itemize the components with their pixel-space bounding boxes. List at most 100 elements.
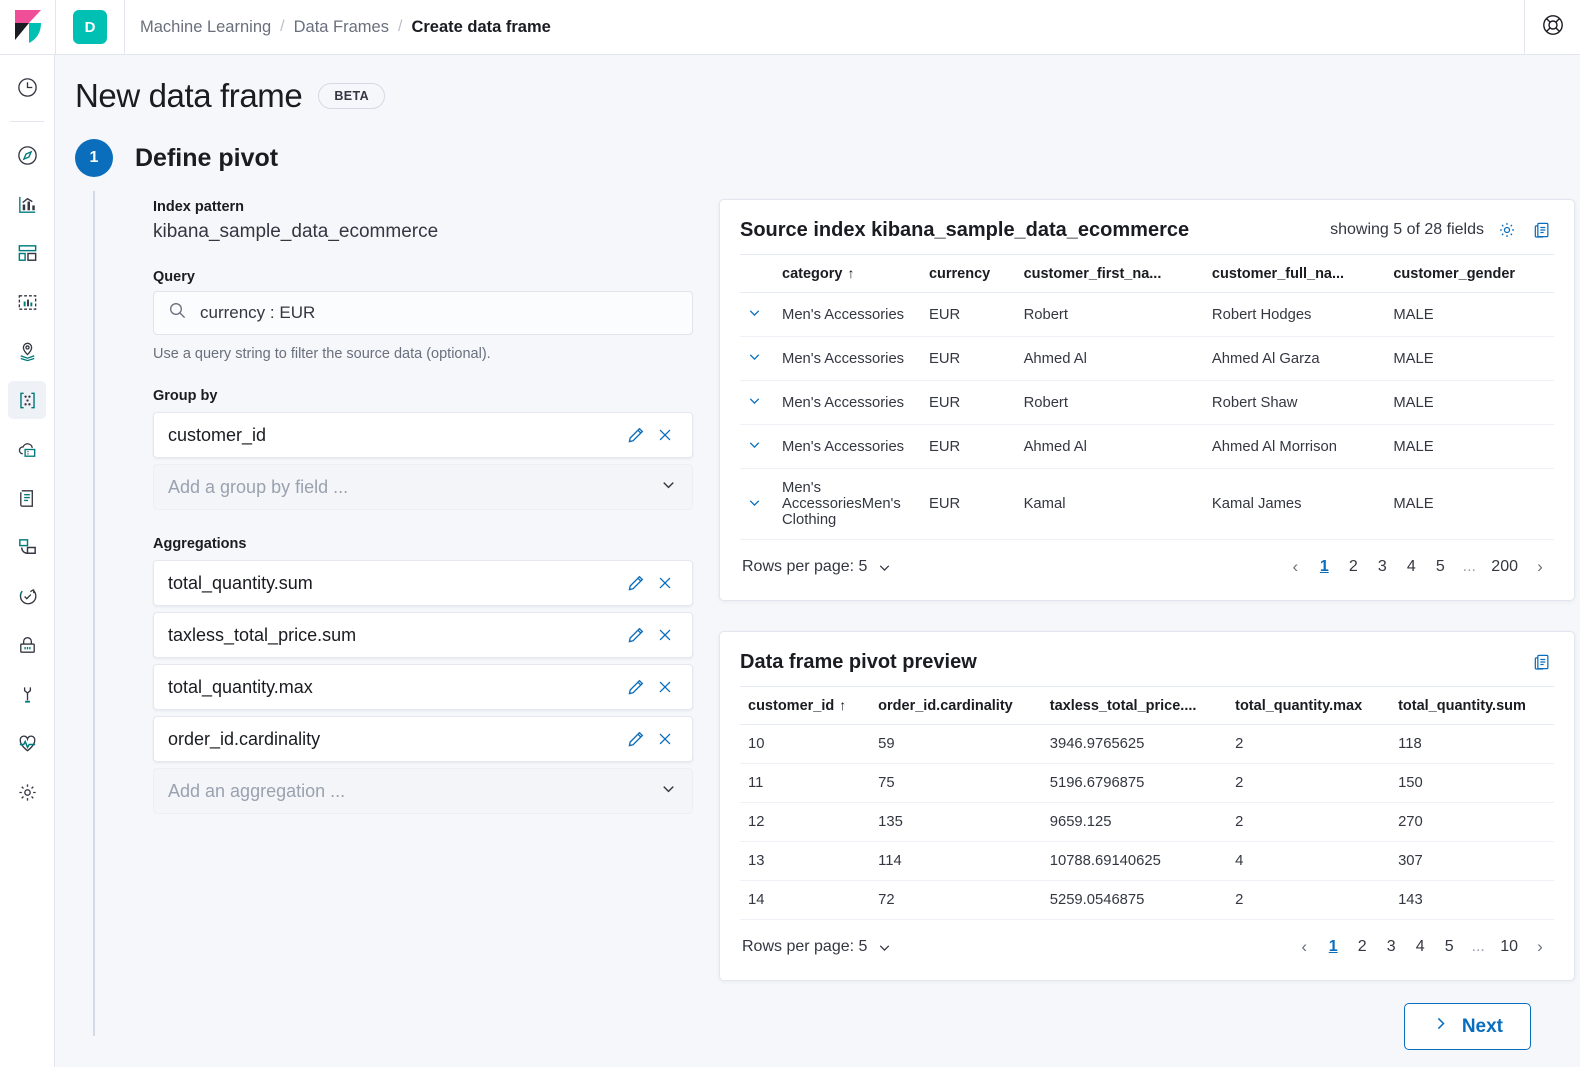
pivot-preview-table: customer_id ↑ order_id.cardinality taxles… — [740, 686, 1554, 920]
help-lifering-icon — [1542, 14, 1564, 41]
pager-page-last[interactable]: 10 — [1495, 934, 1523, 960]
breadcrumb-create-data-frame[interactable]: Create data frame — [411, 18, 550, 37]
expand-row-button[interactable] — [740, 424, 774, 469]
query-input[interactable]: currency : EUR — [153, 291, 693, 335]
close-x-icon — [659, 629, 671, 641]
pager-page-1[interactable]: 1 — [1312, 554, 1336, 580]
rows-per-page-select[interactable]: Rows per page: 5 — [742, 558, 893, 576]
column-header-category[interactable]: category ↑ — [774, 254, 921, 293]
source-index-copy-button[interactable] — [1530, 218, 1554, 242]
space-avatar[interactable]: D — [73, 10, 107, 44]
source-index-actions: showing 5 of 28 fields — [1330, 218, 1554, 242]
cell-taxless-total-price: 9659.125 — [1041, 802, 1228, 842]
help-button[interactable] — [1525, 0, 1580, 55]
pivot-preview-copy-button[interactable] — [1530, 650, 1554, 674]
cell-customer-id: 10 — [740, 724, 871, 764]
column-header-customer-first-name[interactable]: customer_first_na... — [1015, 254, 1204, 293]
visualize-chart-icon — [18, 196, 35, 213]
expand-row-button[interactable] — [740, 292, 774, 337]
expand-row-button[interactable] — [740, 380, 774, 425]
pager-page-3[interactable]: 3 — [1379, 934, 1403, 960]
cell-customer-full-name: Ahmed Al Morrison — [1203, 424, 1386, 469]
chevron-down-icon — [880, 564, 890, 571]
column-header-order-id-cardinality[interactable]: order_id.cardinality — [870, 686, 1042, 725]
sidebar-item-machine-learning[interactable] — [8, 381, 46, 419]
close-x-icon — [659, 577, 671, 589]
aggregation-item-taxless-total-price-sum[interactable]: taxless_total_price.sum — [153, 612, 693, 658]
sidebar-item-siem[interactable] — [8, 626, 46, 664]
aggregation-item-total-quantity-max[interactable]: total_quantity.max — [153, 664, 693, 710]
index-pattern-value: kibana_sample_data_ecommerce — [153, 221, 439, 242]
cell-category: Men's Accessories — [774, 292, 921, 337]
sidebar-item-maps[interactable] — [8, 332, 46, 370]
pager-page-2[interactable]: 2 — [1341, 554, 1365, 580]
column-header-total-quantity-sum[interactable]: total_quantity.sum — [1390, 686, 1554, 725]
page-title-row: New data frame BETA — [55, 55, 1580, 115]
group-by-item-customer-id[interactable]: customer_id — [153, 412, 693, 458]
aggregation-item-order-id-cardinality[interactable]: order_id.cardinality — [153, 716, 693, 762]
breadcrumb-data-frames[interactable]: Data Frames — [294, 18, 389, 37]
pager-page-2[interactable]: 2 — [1350, 934, 1374, 960]
remove-aggregation-button[interactable] — [650, 620, 680, 650]
sort-ascending-arrow: ↑ — [847, 265, 855, 281]
pivot-preview-table-body: 10 59 3946.9765625 2 118 11 75 5196.6796… — [740, 724, 1554, 920]
pager-prev-button[interactable]: ‹ — [1283, 554, 1307, 580]
column-header-customer-id[interactable]: customer_id ↑ — [740, 686, 871, 725]
cell-customer-id: 14 — [740, 880, 871, 920]
expand-column-header — [740, 254, 774, 293]
edit-aggregation-button[interactable] — [620, 568, 650, 598]
remove-aggregation-button[interactable] — [650, 672, 680, 702]
sidebar-item-dashboard[interactable] — [8, 234, 46, 272]
remove-aggregation-button[interactable] — [650, 724, 680, 754]
column-header-total-quantity-max[interactable]: total_quantity.max — [1227, 686, 1391, 725]
column-header-taxless-total-price[interactable]: taxless_total_price.... — [1041, 686, 1228, 725]
pager-page-5[interactable]: 5 — [1437, 934, 1461, 960]
edit-aggregation-button[interactable] — [620, 672, 650, 702]
pager-prev-button[interactable]: ‹ — [1292, 934, 1316, 960]
cell-taxless-total-price: 5196.6796875 — [1041, 763, 1228, 803]
edit-aggregation-button[interactable] — [620, 620, 650, 650]
cell-currency: EUR — [920, 468, 1016, 540]
rows-per-page-select[interactable]: Rows per page: 5 — [742, 938, 893, 956]
add-aggregation-select[interactable]: Add an aggregation ... — [153, 768, 693, 814]
expand-row-button[interactable] — [740, 468, 774, 540]
pager-page-4[interactable]: 4 — [1408, 934, 1432, 960]
sidebar-item-apm[interactable] — [8, 528, 46, 566]
column-header-customer-gender[interactable]: customer_gender — [1385, 254, 1554, 293]
edit-group-by-button[interactable] — [620, 420, 650, 450]
sidebar-item-dev-tools[interactable] — [8, 675, 46, 713]
column-header-customer-full-name[interactable]: customer_full_na... — [1203, 254, 1386, 293]
sidebar-item-monitoring[interactable] — [8, 724, 46, 762]
sidebar-item-recently-viewed[interactable] — [8, 68, 46, 106]
kibana-logo-link[interactable] — [0, 0, 55, 55]
group-by-item-label: customer_id — [168, 424, 267, 445]
source-index-settings-button[interactable] — [1495, 218, 1519, 242]
pager-next-button[interactable]: › — [1528, 934, 1552, 960]
remove-aggregation-button[interactable] — [650, 568, 680, 598]
sidebar-item-canvas[interactable] — [8, 283, 46, 321]
sidebar-item-uptime[interactable] — [8, 577, 46, 615]
expand-row-button[interactable] — [740, 336, 774, 381]
pager-page-last[interactable]: 200 — [1486, 554, 1523, 580]
chevron-down-icon — [659, 475, 678, 499]
pager-page-4[interactable]: 4 — [1399, 554, 1423, 580]
sidebar-item-management[interactable] — [8, 773, 46, 811]
remove-group-by-button[interactable] — [650, 420, 680, 450]
breadcrumb-machine-learning[interactable]: Machine Learning — [140, 18, 271, 37]
pager-next-button[interactable]: › — [1528, 554, 1552, 580]
cell-customer-first-name: Kamal — [1015, 468, 1204, 540]
edit-aggregation-button[interactable] — [620, 724, 650, 754]
sidebar-item-visualize[interactable] — [8, 185, 46, 223]
pager-page-1[interactable]: 1 — [1321, 934, 1345, 960]
pager-page-5[interactable]: 5 — [1428, 554, 1452, 580]
pager-page-3[interactable]: 3 — [1370, 554, 1394, 580]
aggregation-item-total-quantity-sum[interactable]: total_quantity.sum — [153, 560, 693, 606]
sidebar-item-infrastructure[interactable] — [8, 430, 46, 468]
add-group-by-field-select[interactable]: Add a group by field ... — [153, 464, 693, 510]
next-button[interactable]: Next — [1403, 1003, 1531, 1050]
sidebar-item-discover[interactable] — [8, 136, 46, 174]
clipboard-copy-icon — [1534, 654, 1549, 670]
maps-pin-icon — [20, 342, 34, 361]
column-header-currency[interactable]: currency — [920, 254, 1016, 293]
sidebar-item-logs[interactable] — [8, 479, 46, 517]
